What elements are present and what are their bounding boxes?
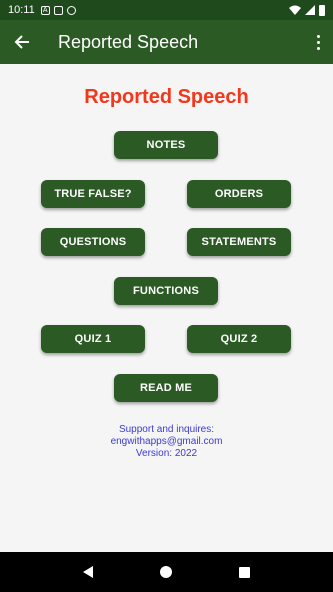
quiz-1-button[interactable]: QUIZ 1 bbox=[41, 325, 145, 353]
app-bar: Reported Speech bbox=[0, 20, 333, 64]
statements-button[interactable]: STATEMENTS bbox=[187, 228, 291, 256]
support-label: Support and inquires: bbox=[118, 424, 215, 435]
a-notification-icon: A bbox=[40, 5, 50, 15]
nav-recent-apps-icon[interactable] bbox=[238, 566, 250, 578]
battery-icon bbox=[319, 4, 325, 16]
read-me-button[interactable]: READ ME bbox=[114, 374, 218, 402]
notification-icons: A bbox=[40, 5, 76, 15]
page-title: Reported Speech bbox=[84, 86, 249, 108]
wifi-icon bbox=[289, 5, 301, 15]
version-label: Version: 2022 bbox=[135, 448, 198, 459]
app-bar-title: Reported Speech bbox=[58, 31, 199, 52]
overflow-menu-icon[interactable] bbox=[303, 20, 333, 64]
support-email: engwithapps@gmail.com bbox=[110, 436, 223, 447]
true-false-button[interactable]: TRUE FALSE? bbox=[41, 180, 145, 208]
nav-home-icon[interactable] bbox=[159, 566, 172, 578]
sd-card-icon bbox=[53, 5, 63, 15]
quiz-2-button[interactable]: QUIZ 2 bbox=[187, 325, 291, 353]
signal-icon bbox=[305, 5, 315, 15]
support-info: Support and inquires: engwithapps@gmail.… bbox=[0, 424, 333, 460]
functions-button[interactable]: FUNCTIONS bbox=[114, 277, 218, 305]
back-arrow-icon[interactable] bbox=[0, 20, 44, 64]
status-bar: 10:11 A bbox=[0, 0, 333, 20]
nav-back-icon[interactable] bbox=[83, 566, 94, 578]
clock: 10:11 bbox=[8, 4, 35, 16]
sync-icon bbox=[66, 5, 76, 15]
navigation-bar bbox=[0, 552, 333, 592]
questions-button[interactable]: QUESTIONS bbox=[41, 228, 145, 256]
orders-button[interactable]: ORDERS bbox=[187, 180, 291, 208]
notes-button[interactable]: NOTES bbox=[114, 131, 218, 159]
